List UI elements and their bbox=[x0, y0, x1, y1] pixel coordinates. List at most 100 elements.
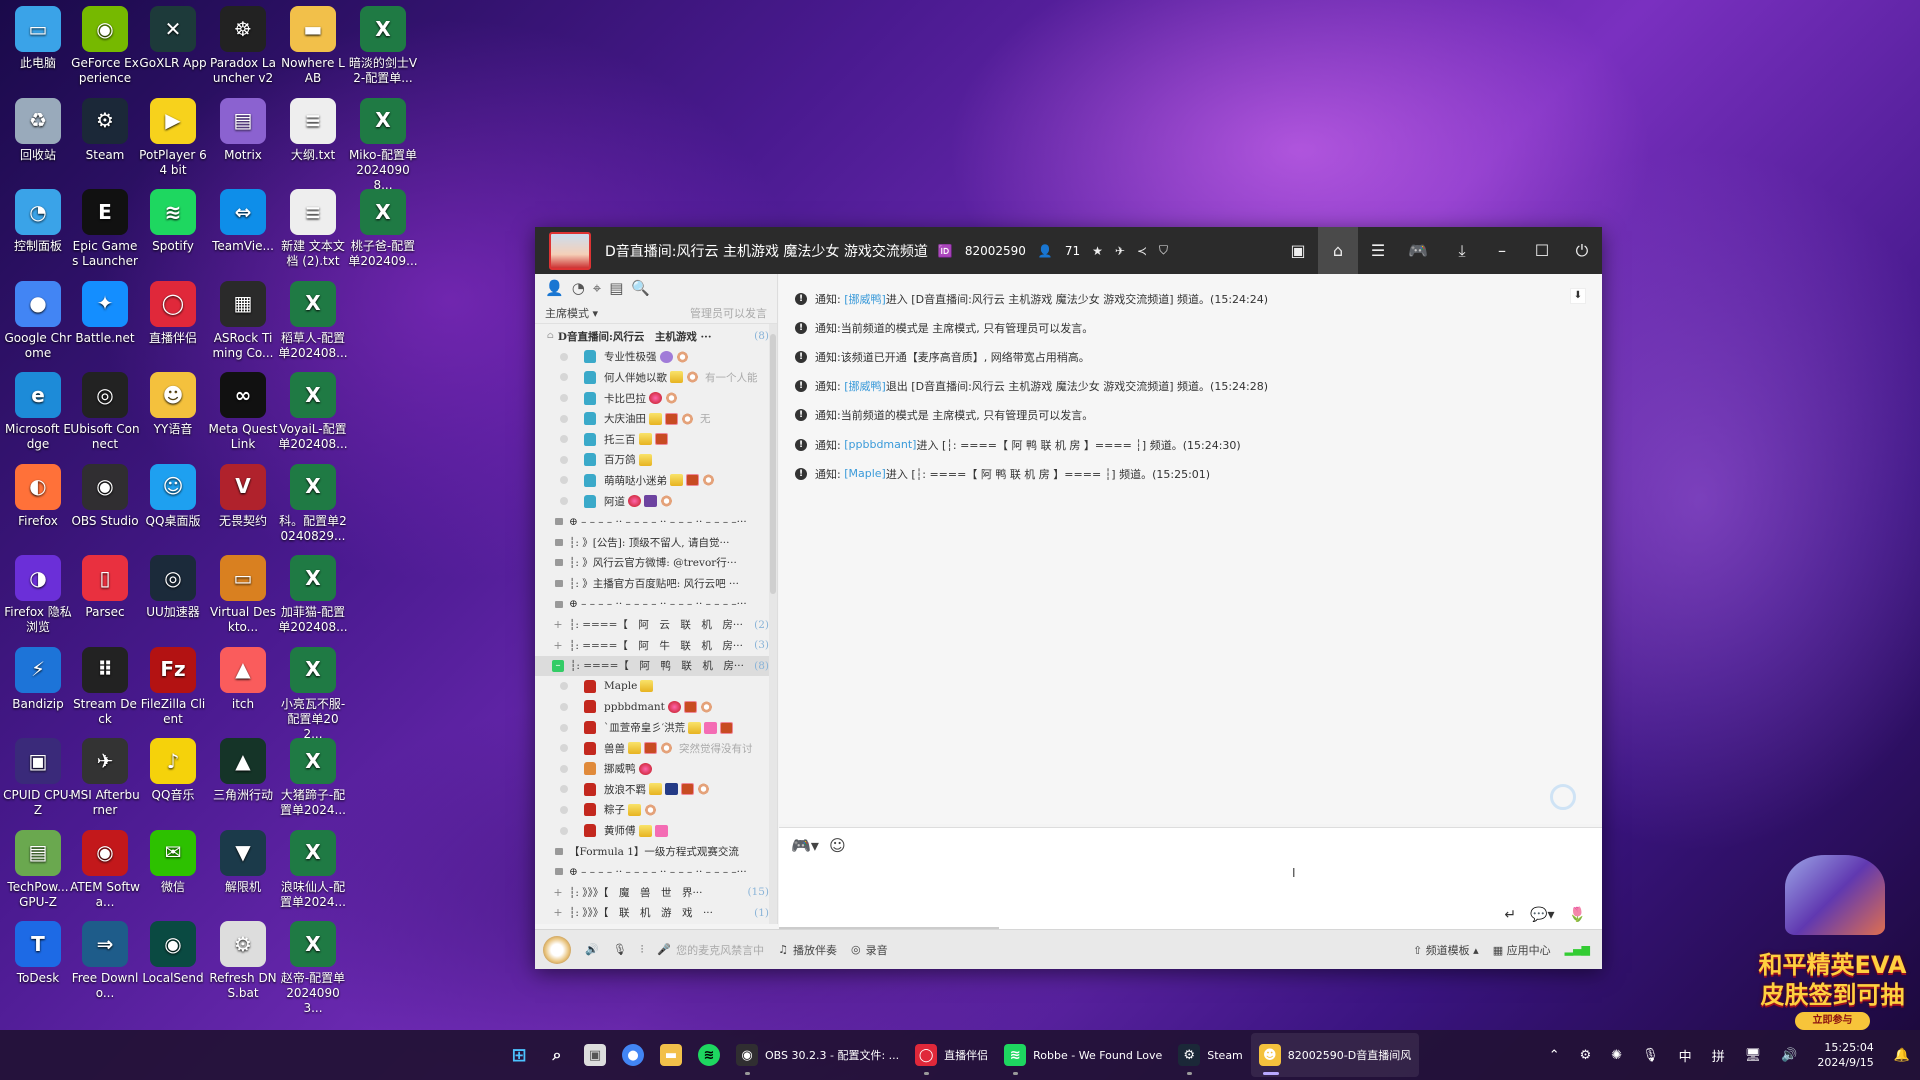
taskbar-app[interactable]: ◉ OBS 30.2.3 - 配置文件: ... bbox=[728, 1033, 907, 1077]
desktop-icon[interactable]: ⚙ Refresh DNS.bat bbox=[208, 921, 278, 1001]
fly-icon[interactable]: ✈ bbox=[1115, 244, 1125, 258]
root-channel-row[interactable]: ⌂ D音直播间:风行云 主机游戏 ··· (8) bbox=[535, 326, 777, 347]
gamepad-emoji-icon[interactable]: 🎮▾ bbox=[791, 836, 819, 855]
desktop-icon[interactable]: ◉ OBS Studio bbox=[70, 463, 140, 529]
channel-row[interactable]: + ┆: ====【 阿 牛 联 机 房··· (3) bbox=[535, 635, 777, 656]
desktop-icon[interactable]: X 加菲猫-配置单202408... bbox=[278, 555, 348, 635]
tray-expand-icon[interactable]: ⌃ bbox=[1549, 1048, 1560, 1063]
desktop-icon[interactable]: ◐ Firefox bbox=[3, 463, 73, 529]
message-input-area[interactable]: 🎮▾ ☺ I ↵ 💬▾ 🌷 bbox=[779, 827, 1602, 929]
promo-banner[interactable]: 和平精英EVA 皮肤签到可抽 立即参与 bbox=[1745, 845, 1920, 1030]
user-row[interactable]: 阿道 bbox=[535, 491, 777, 512]
expand-icon[interactable]: + bbox=[553, 886, 563, 899]
taskbar-app[interactable]: ≋ Robbe - We Found Love bbox=[996, 1033, 1170, 1077]
desktop-icon[interactable]: ☸ Paradox Launcher v2 bbox=[208, 6, 278, 86]
desktop-icon[interactable]: X 桃子爸-配置单202409... bbox=[348, 189, 418, 269]
desktop-icon[interactable]: e Microsoft Edge bbox=[3, 372, 73, 452]
tree-scrollbar[interactable] bbox=[769, 324, 777, 924]
desktop-icon[interactable]: T ToDesk bbox=[3, 921, 73, 986]
desktop-icon[interactable]: Fz FileZilla Client bbox=[138, 646, 208, 727]
channel-template-button[interactable]: ⇧ 频道模板 ▴ bbox=[1413, 942, 1479, 958]
channel-row[interactable]: 【Formula 1】一级方程式观赛交流 bbox=[535, 841, 777, 862]
desktop-icon[interactable]: ▶ PotPlayer 64 bit bbox=[138, 97, 208, 178]
channel-row[interactable]: + ┆: ====【 阿 云 联 机 房··· (2) bbox=[535, 614, 777, 635]
channel-row[interactable]: ⊕ – – – – ·· – – – – ·· – – – ·· – – – –… bbox=[535, 861, 777, 882]
desktop-icon[interactable]: ≡ 大纲.txt bbox=[278, 97, 348, 163]
desktop-icon[interactable]: ≡ 新建 文本文档 (2).txt bbox=[278, 189, 348, 269]
start-button[interactable]: ⊞ bbox=[500, 1033, 538, 1077]
search-button[interactable]: ⌕ bbox=[538, 1033, 576, 1077]
user-row[interactable]: 大庆油田 无 bbox=[535, 408, 777, 429]
desktop-icon[interactable]: X VoyaiL-配置单202408... bbox=[278, 372, 348, 452]
desktop-icon[interactable]: ♻ 回收站 bbox=[3, 97, 73, 163]
desktop-icon[interactable]: ▭ Virtual Deskto... bbox=[208, 555, 278, 635]
desktop-icon[interactable]: ☺ QQ桌面版 bbox=[138, 463, 208, 529]
share-icon[interactable]: ≺ bbox=[1137, 244, 1147, 258]
channel-row[interactable]: ┆: 》主播官方百度贴吧: 风行云吧 ··· bbox=[535, 573, 777, 594]
title-bar[interactable]: D音直播间:风行云 主机游戏 魔法少女 游戏交流频道 🆔 82002590 👤 … bbox=[535, 227, 1602, 274]
desktop-icon[interactable]: ✈ MSI Afterburner bbox=[70, 738, 140, 818]
taskbar-app[interactable]: ⚙ Steam bbox=[1170, 1033, 1251, 1077]
desktop-icon[interactable]: ▯ Parsec bbox=[70, 555, 140, 620]
taskbar-app[interactable]: ☻ 82002590-D音直播间风 bbox=[1250, 1033, 1420, 1077]
desktop-icon[interactable]: X 小亮瓦不服-配置单202... bbox=[278, 646, 348, 742]
mixer-icon[interactable]: ⫶ bbox=[641, 943, 644, 957]
home-icon[interactable]: ⌂ bbox=[1318, 227, 1358, 274]
user-link[interactable]: [ppbbdmant] bbox=[844, 438, 916, 451]
desktop-icon[interactable]: ⠿ Stream Deck bbox=[70, 646, 140, 727]
desktop-icon[interactable]: X 暗淡的剑士V2-配置单... bbox=[348, 6, 418, 86]
desktop-icon[interactable]: ▲ 三角洲行动 bbox=[208, 738, 278, 803]
desktop-icon[interactable]: X Miko-配置单20240908... bbox=[348, 97, 418, 193]
power-button[interactable]: ⏻ bbox=[1562, 227, 1602, 274]
expand-icon[interactable]: + bbox=[553, 618, 563, 631]
clock[interactable]: 15:25:04 2024/9/15 bbox=[1817, 1040, 1873, 1070]
favorite-star-icon[interactable]: ★ bbox=[1092, 244, 1103, 258]
steelseries-tray-icon[interactable]: ✺ bbox=[1611, 1048, 1622, 1063]
promo-join-button[interactable]: 立即参与 bbox=[1795, 1012, 1870, 1030]
chrome-taskbar-icon[interactable]: ● bbox=[614, 1033, 652, 1077]
desktop-icon[interactable]: ◯ 直播伴侣 bbox=[138, 280, 208, 346]
user-row[interactable]: 何人伴她以歌 有一个人能 bbox=[535, 367, 777, 388]
user-row[interactable]: 兽兽 突然觉得没有讨 bbox=[535, 738, 777, 759]
user-link[interactable]: [挪威鸭] bbox=[844, 378, 886, 394]
desktop-icon[interactable]: ▭ 此电脑 bbox=[3, 6, 73, 71]
desktop-icon[interactable]: ▲ itch bbox=[208, 646, 278, 712]
expand-icon[interactable]: + bbox=[553, 906, 563, 919]
desktop-icon[interactable]: ◉ GeForce Experience bbox=[70, 6, 140, 86]
desktop-icon[interactable]: ◑ Firefox 隐私浏览 bbox=[3, 555, 73, 635]
user-row[interactable]: ppbbdmant bbox=[535, 697, 777, 718]
channel-row[interactable]: ⊕ – – – – ·· – – – – ·· – – – ·· – – – –… bbox=[535, 511, 777, 532]
record-button[interactable]: ◎ 录音 bbox=[851, 942, 888, 958]
mic-blocked-icon[interactable]: 🎙 bbox=[613, 943, 627, 956]
desktop-icon[interactable]: ▣ CPUID CPU-Z bbox=[3, 738, 73, 818]
flower-gift-icon[interactable]: 🌷 bbox=[1569, 907, 1586, 923]
channel-row[interactable]: + ┆: 》》》【 联 机 游 戏 ··· (1) bbox=[535, 903, 777, 924]
desktop-icon[interactable]: ⚙ Steam bbox=[70, 97, 140, 163]
user-row[interactable]: 百万鸽 bbox=[535, 450, 777, 471]
user-link[interactable]: [Maple] bbox=[844, 467, 886, 480]
user-row[interactable]: Maple bbox=[535, 676, 777, 697]
desktop-icon[interactable]: V 无畏契约 bbox=[208, 463, 278, 529]
play-accompaniment-button[interactable]: ♫ 播放伴奏 bbox=[778, 942, 837, 958]
desktop-icon[interactable]: X 赵帝-配置单20240903... bbox=[278, 921, 348, 1016]
desktop-icon[interactable]: X 浪味仙人-配置单2024... bbox=[278, 829, 348, 910]
user-row[interactable]: `皿萱帝皇彡′洪荒 bbox=[535, 717, 777, 738]
mode-dropdown[interactable]: 主席模式 ▾ bbox=[545, 305, 598, 321]
list-icon[interactable]: ☰ bbox=[1358, 227, 1398, 274]
location-icon[interactable]: ⌖ bbox=[593, 279, 601, 297]
desktop-icon[interactable]: E Epic Games Launcher bbox=[70, 189, 140, 269]
user-row[interactable]: 放浪不羁 bbox=[535, 779, 777, 800]
chat-bubble-icon[interactable]: 💬▾ bbox=[1530, 907, 1554, 923]
desktop-icon[interactable]: ⇒ Free Downlo... bbox=[70, 921, 140, 1001]
expand-icon[interactable]: + bbox=[553, 639, 563, 652]
desktop-icon[interactable]: ✉ 微信 bbox=[138, 829, 208, 895]
app-center-button[interactable]: ▦ 应用中心 bbox=[1493, 942, 1551, 958]
minimize-button[interactable]: – bbox=[1482, 227, 1522, 274]
user-row[interactable]: 挪威鸭 bbox=[535, 758, 777, 779]
chat-refresh-icon[interactable]: ◔ bbox=[572, 279, 585, 297]
ime-language[interactable]: 中 bbox=[1679, 1046, 1692, 1065]
desktop-icon[interactable]: X 科。配置单20240829... bbox=[278, 463, 348, 544]
desktop-icon[interactable]: ◉ LocalSend bbox=[138, 921, 208, 986]
desktop-icon[interactable]: X 稻草人-配置单202408... bbox=[278, 280, 348, 361]
desktop-icon[interactable]: ● Google Chrome bbox=[3, 280, 73, 361]
